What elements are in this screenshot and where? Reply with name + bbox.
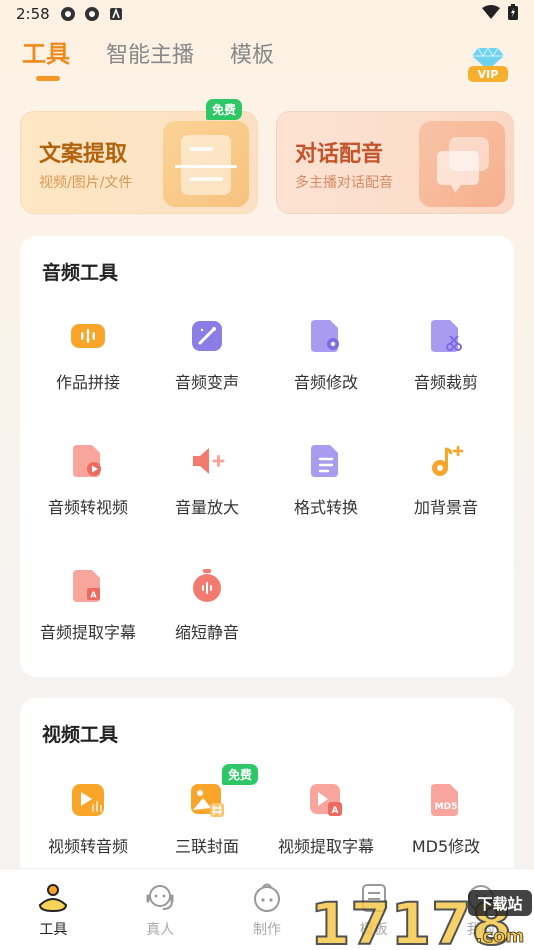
keyboard-notification-icon (108, 6, 124, 22)
tool-video-subtitle[interactable]: A 视频提取字幕 (266, 782, 386, 857)
image-grid-icon (191, 784, 224, 817)
tool-label: 视频转音频 (47, 837, 128, 856)
tool-md5-modify[interactable]: MD5 MD5修改 (386, 782, 506, 857)
tab-smart-anchor[interactable]: 智能主播 (106, 37, 194, 69)
tool-audio-edit[interactable]: 音频修改 (266, 318, 386, 393)
md5-icon-text: MD5 (435, 802, 458, 812)
diamond-icon: VIP (468, 47, 508, 82)
tool-volume-boost[interactable]: 音量放大 (147, 443, 267, 518)
battery-icon (508, 4, 518, 24)
watermark-domain: .com (476, 926, 525, 947)
tools-icon (39, 884, 68, 913)
tool-merge-works[interactable]: 作品拼接 (28, 318, 148, 393)
nav-create[interactable]: 制作 (214, 869, 321, 950)
status-bar: 2:58 (0, 0, 534, 28)
tool-label: 格式转换 (293, 498, 358, 517)
speaker-plus-icon (193, 448, 225, 474)
stopwatch-icon (193, 569, 221, 602)
video-audio-icon (72, 784, 104, 816)
tool-label: MD5修改 (411, 837, 481, 856)
file-scissors-icon (431, 320, 462, 352)
active-tab-indicator (36, 76, 60, 81)
document-scan-icon (163, 121, 249, 207)
tool-video-to-audio[interactable]: 视频转音频 (28, 782, 148, 857)
audio-tools-panel: 音频工具 作品拼接 音频变声 音频修改 音频裁剪 音频转视频 音量放大 格式转换… (20, 236, 514, 677)
nav-label: 真人 (146, 922, 175, 938)
tool-format-convert[interactable]: 格式转换 (266, 443, 386, 518)
nav-label: 工具 (39, 922, 68, 938)
watermark-logo: 17178 下载站 .com (309, 884, 534, 950)
svg-text:A: A (332, 806, 339, 816)
text-extract-card[interactable]: 文案提取 视频/图片/文件 (20, 111, 258, 214)
tool-audio-trim[interactable]: 音频裁剪 (386, 318, 506, 393)
headset-person-icon (146, 885, 174, 910)
tab-templates[interactable]: 模板 (230, 37, 274, 69)
app-notification-icon (84, 6, 100, 22)
magic-wand-icon (192, 321, 222, 351)
tool-label: 音频修改 (293, 373, 358, 392)
tab-tools[interactable]: 工具 (22, 34, 70, 69)
tool-label: 三联封面 (174, 837, 239, 856)
app-notification-icon (60, 6, 76, 22)
chat-bubble-icon (419, 121, 505, 207)
tool-label: 加背景音 (413, 498, 478, 517)
tool-label: 音频变声 (174, 373, 239, 392)
nav-label: 制作 (252, 922, 281, 938)
tool-label: 音频提取字幕 (39, 623, 136, 642)
music-note-plus-icon (432, 445, 464, 476)
video-subtitle-icon: A (310, 784, 342, 816)
card-title: 文案提取 (39, 142, 128, 167)
tool-audio-to-video[interactable]: 音频转视频 (28, 443, 148, 518)
file-play-icon (73, 445, 101, 477)
vip-button[interactable]: VIP (466, 46, 510, 84)
tool-audio-subtitle[interactable]: A 音频提取字幕 (28, 568, 148, 643)
card-subtitle: 多主播对话配音 (295, 175, 393, 191)
card-subtitle: 视频/图片/文件 (39, 175, 133, 191)
vip-label: VIP (478, 68, 499, 81)
free-badge: 免费 (222, 764, 259, 785)
file-subtitle-icon: A (73, 570, 100, 602)
dialogue-dubbing-card[interactable]: 对话配音 多主播对话配音 (276, 111, 514, 214)
section-title: 音频工具 (42, 262, 119, 284)
card-title: 对话配音 (295, 142, 384, 167)
status-time: 2:58 (16, 5, 50, 23)
tool-add-bgm[interactable]: 加背景音 (386, 443, 506, 518)
tool-label: 音频裁剪 (413, 373, 478, 392)
nav-tools[interactable]: 工具 (0, 869, 107, 950)
tool-voice-change[interactable]: 音频变声 (147, 318, 267, 393)
tool-label: 音量放大 (174, 498, 239, 517)
section-title: 视频工具 (42, 724, 119, 746)
tool-label: 作品拼接 (55, 373, 120, 392)
file-gear-icon (311, 320, 339, 352)
tool-shorten-silence[interactable]: 缩短静音 (147, 568, 267, 643)
tool-triple-cover[interactable]: 三联封面 (147, 782, 267, 857)
svg-text:A: A (90, 591, 97, 600)
tool-label: 缩短静音 (174, 623, 239, 642)
md5-file-icon: MD5 (431, 784, 458, 816)
watermark-badge: 下载站 (477, 895, 522, 913)
tool-label: 音频转视频 (47, 498, 128, 517)
create-face-icon (253, 883, 280, 912)
tool-label: 视频提取字幕 (277, 837, 374, 856)
wifi-icon (482, 5, 500, 23)
nav-real-person[interactable]: 真人 (107, 869, 214, 950)
free-badge: 免费 (206, 99, 243, 120)
file-convert-icon (311, 445, 338, 477)
waveform-icon (71, 324, 105, 348)
top-tab-bar: 工具 智能主播 模板 (22, 34, 274, 69)
